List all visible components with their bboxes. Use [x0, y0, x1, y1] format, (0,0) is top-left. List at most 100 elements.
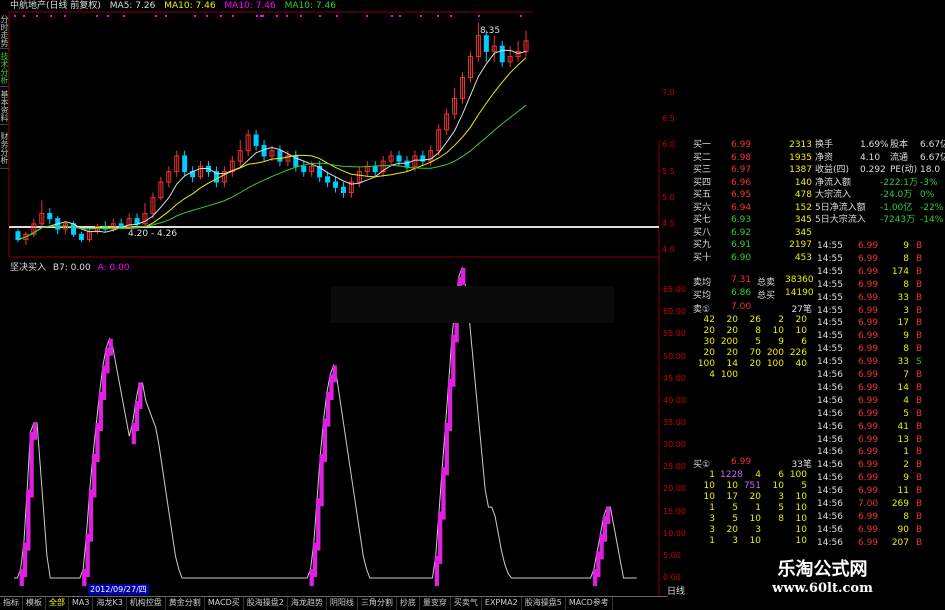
candle-body: [404, 160, 410, 167]
tick-price: 6.99: [858, 511, 879, 522]
tick-price: 6.99: [858, 537, 879, 548]
candle-body: [333, 181, 339, 188]
bid-price: 6.90: [731, 252, 752, 263]
bid-level-name: 买八: [693, 227, 712, 238]
tick-time: 14:55: [817, 253, 843, 264]
buy-queue-cell: 10: [703, 492, 715, 502]
indicator-tab[interactable]: 海龙K3: [93, 597, 127, 610]
indicator-tab[interactable]: 股海操盘5: [522, 597, 566, 610]
stat-value2: -3%: [920, 177, 938, 188]
price-tick-label: 7.0: [662, 88, 675, 98]
tick-volume: 41: [897, 421, 909, 432]
sell-queue-cell: 20: [726, 348, 738, 358]
stat-key: 收益(四): [815, 165, 850, 175]
sell-queue-cell: 6: [801, 337, 807, 347]
buy-queue-cell: 1: [709, 536, 715, 546]
buy-queue-cell: 8: [778, 514, 784, 524]
indicator-tab[interactable]: 买卖气: [451, 597, 482, 610]
signal-dot: [64, 15, 66, 17]
indicator-tick-label: 0.00: [663, 573, 681, 582]
bid-price: 6.99: [731, 140, 752, 150]
period-tab[interactable]: 日线: [667, 584, 685, 597]
tick-time: 14:56: [817, 395, 843, 406]
indicator-tab[interactable]: 量变穿: [420, 597, 451, 610]
indicator-tab[interactable]: 机构控盘: [127, 597, 166, 610]
indicator-tick-label: 20.00: [663, 484, 686, 494]
signal-dot: [14, 15, 16, 17]
candle-body: [47, 212, 53, 220]
tick-side: B: [916, 486, 923, 497]
buy-queue-cell: 10: [795, 503, 807, 513]
bid-price: 6.93: [731, 215, 752, 225]
tick-side: B: [916, 537, 923, 548]
tick-volume: 8: [903, 344, 909, 355]
tick-side: B: [916, 305, 923, 316]
tick-side: B: [916, 292, 923, 303]
indicator-tab[interactable]: EXPMA2: [482, 597, 522, 610]
tick-volume: 90: [897, 524, 909, 535]
ma20-line: [17, 104, 527, 241]
indicator-tab[interactable]: MA3: [69, 597, 94, 610]
indicator-tab[interactable]: 模板: [23, 597, 46, 610]
indicator-a: A: 0.00: [97, 263, 130, 273]
tick-time: 14:56: [817, 486, 843, 497]
tick-volume: 11: [897, 486, 909, 497]
signal-dot: [437, 15, 439, 17]
bid-volume: 453: [794, 252, 812, 263]
indicator-tab[interactable]: 全部: [46, 597, 69, 610]
tick-price: 6.99: [858, 421, 879, 432]
tick-price: 6.99: [858, 279, 879, 290]
tick-volume: 207: [891, 537, 909, 548]
tick-volume: 5: [903, 408, 909, 419]
bid-volume: 152: [794, 202, 812, 213]
signal-dot: [256, 15, 258, 17]
indicator-tab[interactable]: 阴阳线: [327, 597, 358, 610]
buy-queue-cell: 6: [778, 470, 784, 480]
stat-value: -7243万: [880, 215, 916, 225]
buy-avg-label: 买均: [693, 291, 712, 301]
candle-body: [340, 186, 346, 193]
signal-dot: [520, 15, 522, 17]
buy-queue-cell: 3: [709, 525, 715, 535]
tick-side: B: [916, 253, 923, 264]
sell-queue-cell: 100: [720, 370, 738, 380]
indicator-tab[interactable]: 海龙趋势: [288, 597, 327, 610]
candle-body: [396, 155, 402, 162]
tick-side: B: [916, 473, 923, 484]
stat-value2: 18.0: [920, 165, 941, 175]
sell-queue-cell: 20: [795, 315, 807, 325]
indicator-tab[interactable]: 抄底: [397, 597, 420, 610]
tick-side: B: [916, 511, 923, 522]
sell-queue-cell: 14: [726, 359, 738, 369]
tick-volume: 3: [903, 305, 909, 316]
indicator-tab[interactable]: MACD参考: [566, 597, 613, 610]
buy-queue-cell: 10: [772, 481, 784, 491]
tick-price: 6.99: [858, 395, 879, 406]
tick-time: 14:55: [817, 331, 843, 342]
signal-dot: [107, 15, 109, 17]
indicator-tab[interactable]: MACD买: [205, 597, 244, 610]
bid-level-name: 买四: [693, 177, 712, 188]
stat-value: 1.69%: [860, 140, 889, 150]
indicator-tab[interactable]: 黄金分割: [166, 597, 205, 610]
tick-volume: 4: [903, 395, 909, 406]
signal-dot: [450, 15, 452, 17]
tick-side: B: [916, 266, 923, 277]
tick-price: 6.99: [858, 370, 879, 380]
indicator-tab[interactable]: 三角分割: [358, 597, 397, 610]
price-tick-label: 6.5: [662, 114, 675, 124]
buy-queue-cell: 1: [709, 503, 715, 513]
tick-price: 6.99: [858, 292, 879, 303]
indicator-tab[interactable]: 股海操盘2: [244, 597, 288, 610]
bid-price: 6.95: [731, 190, 752, 200]
tick-side: B: [916, 524, 923, 535]
signal-dot: [366, 15, 368, 17]
stat-key: 5日大宗流入: [815, 215, 866, 225]
indicator-tab[interactable]: 指标: [0, 597, 23, 610]
candle-body: [277, 150, 283, 162]
indicator-tick-label: 5.00: [663, 550, 681, 560]
tick-price: 7.00: [858, 499, 879, 509]
sell-queue-cell: 2: [778, 315, 784, 325]
candle-body: [483, 35, 489, 52]
signal-dot: [36, 15, 38, 17]
